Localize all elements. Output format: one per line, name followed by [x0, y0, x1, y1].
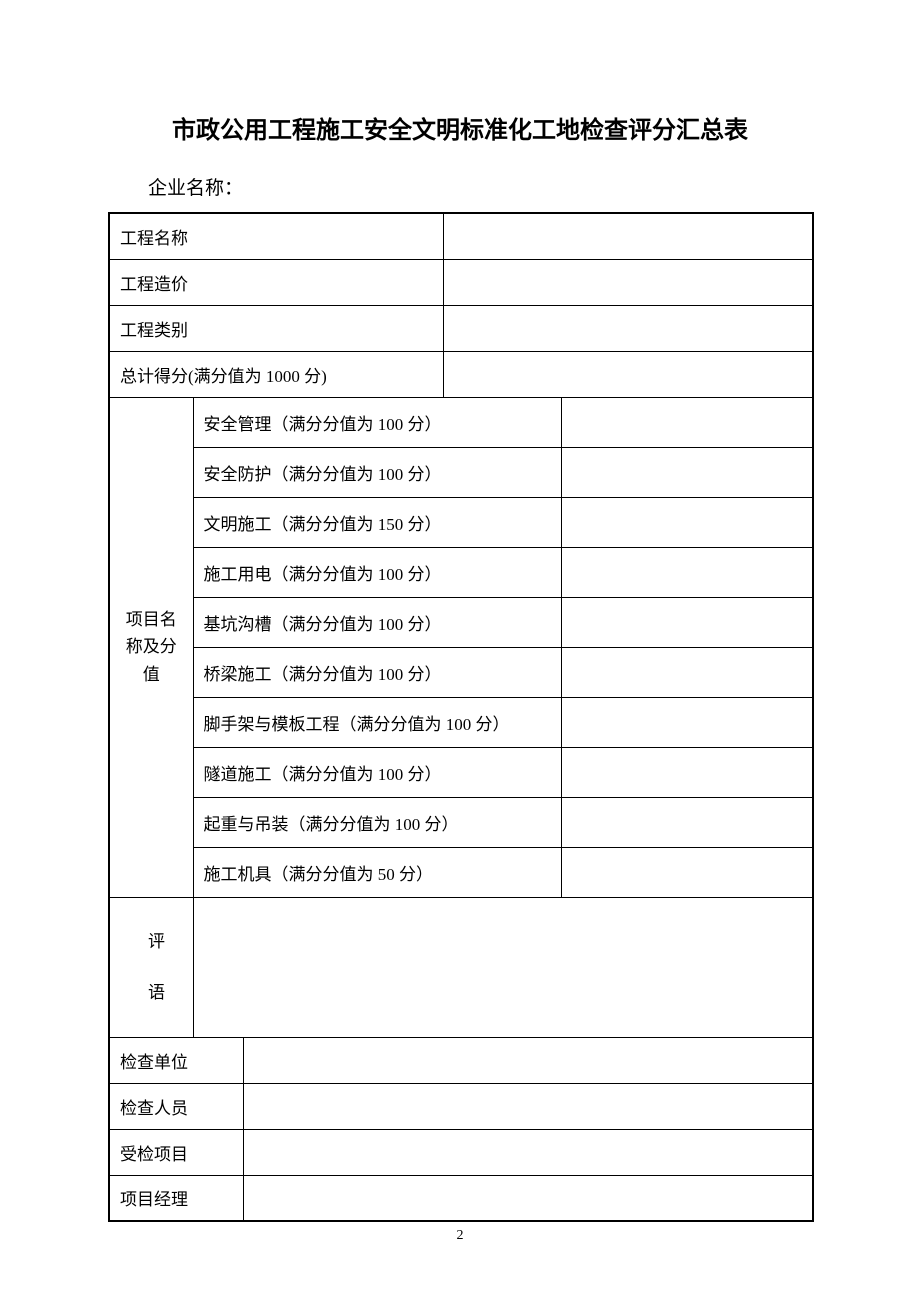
- comment-label-text: 评语: [120, 916, 183, 1018]
- row-value-inspect-unit: [243, 1037, 813, 1083]
- table-row: 检查单位: [109, 1037, 813, 1083]
- table-row: 施工用电（满分分值为 100 分）: [109, 547, 813, 597]
- category-value: [561, 597, 813, 647]
- category-value: [561, 497, 813, 547]
- row-value-project-type: [443, 305, 813, 351]
- row-value-project-cost: [443, 259, 813, 305]
- table-row: 检查人员: [109, 1083, 813, 1129]
- row-label-project-type: 工程类别: [109, 305, 443, 351]
- comment-label: 评语: [109, 897, 193, 1037]
- category-value: [561, 747, 813, 797]
- table-row: 工程造价: [109, 259, 813, 305]
- category-label: 起重与吊装（满分分值为 100 分）: [193, 797, 561, 847]
- table-row: 起重与吊装（满分分值为 100 分）: [109, 797, 813, 847]
- comment-value: [193, 897, 813, 1037]
- row-label-inspected-project: 受检项目: [109, 1129, 243, 1175]
- category-label: 隧道施工（满分分值为 100 分）: [193, 747, 561, 797]
- category-label: 施工用电（满分分值为 100 分）: [193, 547, 561, 597]
- table-row: 脚手架与模板工程（满分分值为 100 分）: [109, 697, 813, 747]
- category-value: [561, 397, 813, 447]
- category-header-text: 项目名称及分值: [120, 606, 183, 688]
- page-number: 2: [0, 1228, 920, 1244]
- category-value: [561, 647, 813, 697]
- table-row: 项目名称及分值 安全管理（满分分值为 100 分）: [109, 397, 813, 447]
- row-value-inspectors: [243, 1083, 813, 1129]
- row-value-project-name: [443, 213, 813, 259]
- category-label: 安全防护（满分分值为 100 分）: [193, 447, 561, 497]
- category-value: [561, 547, 813, 597]
- table-row: 桥梁施工（满分分值为 100 分）: [109, 647, 813, 697]
- category-label: 基坑沟槽（满分分值为 100 分）: [193, 597, 561, 647]
- page-title: 市政公用工程施工安全文明标准化工地检查评分汇总表: [108, 110, 812, 145]
- enterprise-name-label: 企业名称：: [108, 173, 812, 200]
- table-row: 安全防护（满分分值为 100 分）: [109, 447, 813, 497]
- table-row: 项目经理: [109, 1175, 813, 1221]
- table-row: 总计得分(满分值为 1000 分): [109, 351, 813, 397]
- table-row: 隧道施工（满分分值为 100 分）: [109, 747, 813, 797]
- category-label: 施工机具（满分分值为 50 分）: [193, 847, 561, 897]
- row-label-project-name: 工程名称: [109, 213, 443, 259]
- table-row: 受检项目: [109, 1129, 813, 1175]
- category-value: [561, 697, 813, 747]
- category-value: [561, 447, 813, 497]
- row-value-inspected-project: [243, 1129, 813, 1175]
- table-row: 基坑沟槽（满分分值为 100 分）: [109, 597, 813, 647]
- row-label-project-cost: 工程造价: [109, 259, 443, 305]
- row-label-inspect-unit: 检查单位: [109, 1037, 243, 1083]
- row-label-project-manager: 项目经理: [109, 1175, 243, 1221]
- table-row: 工程类别: [109, 305, 813, 351]
- score-table: 工程名称 工程造价 工程类别 总计得分(满分值为 1000 分) 项目名称及分值…: [108, 212, 814, 1222]
- table-row: 施工机具（满分分值为 50 分）: [109, 847, 813, 897]
- category-label: 桥梁施工（满分分值为 100 分）: [193, 647, 561, 697]
- category-label: 脚手架与模板工程（满分分值为 100 分）: [193, 697, 561, 747]
- category-label: 安全管理（满分分值为 100 分）: [193, 397, 561, 447]
- category-value: [561, 847, 813, 897]
- row-label-total-score: 总计得分(满分值为 1000 分): [109, 351, 443, 397]
- table-row: 评语: [109, 897, 813, 1037]
- table-row: 文明施工（满分分值为 150 分）: [109, 497, 813, 547]
- category-value: [561, 797, 813, 847]
- table-row: 工程名称: [109, 213, 813, 259]
- row-value-total-score: [443, 351, 813, 397]
- row-value-project-manager: [243, 1175, 813, 1221]
- row-label-inspectors: 检查人员: [109, 1083, 243, 1129]
- category-header: 项目名称及分值: [109, 397, 193, 897]
- category-label: 文明施工（满分分值为 150 分）: [193, 497, 561, 547]
